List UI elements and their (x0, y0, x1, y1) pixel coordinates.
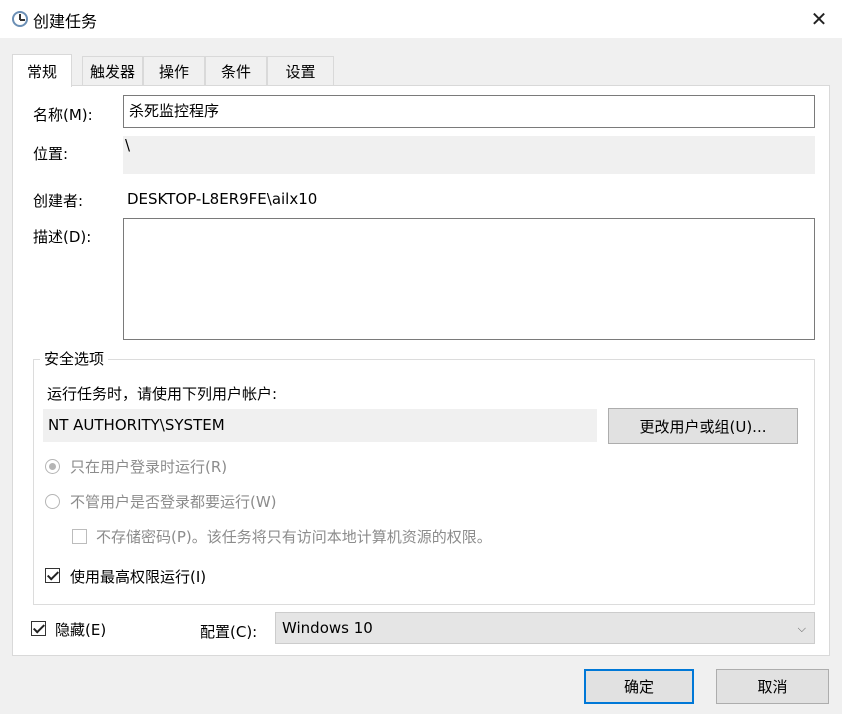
close-icon: ✕ (810, 7, 828, 31)
configure-label: 配置(C): (200, 623, 258, 641)
radio-run-logged-on-label: 只在用户登录时运行(R) (70, 458, 228, 476)
radio-run-logged-on[interactable] (45, 459, 60, 474)
name-label: 名称(M): (33, 106, 93, 124)
radio-run-whether-logged[interactable] (45, 494, 60, 509)
tab-settings[interactable]: 设置 (267, 56, 334, 86)
location-value: \ (125, 136, 131, 154)
description-input[interactable] (123, 218, 815, 340)
location-field: \ (123, 136, 815, 174)
security-options-title: 安全选项 (40, 348, 109, 369)
no-store-password-label: 不存储密码(P)。该任务将只有访问本地计算机资源的权限。 (96, 528, 492, 546)
no-store-password-checkbox[interactable] (72, 529, 87, 544)
tab-conditions[interactable]: 条件 (205, 56, 267, 86)
author-value: DESKTOP-L8ER9FE\ailx10 (127, 190, 318, 208)
hidden-checkbox[interactable] (31, 621, 46, 636)
chevron-down-icon: ⌵ (797, 622, 806, 635)
location-label: 位置: (33, 145, 69, 163)
window-title: 创建任务 (33, 12, 98, 31)
account-field: NT AUTHORITY\SYSTEM (43, 409, 597, 442)
clock-icon (12, 11, 28, 27)
description-label: 描述(D): (33, 228, 92, 246)
run-as-prompt: 运行任务时，请使用下列用户帐户: (47, 385, 278, 403)
tab-general[interactable]: 常规 (12, 54, 72, 87)
name-input[interactable]: 杀死监控程序 (123, 95, 815, 128)
highest-privileges-label: 使用最高权限运行(I) (70, 568, 207, 586)
general-panel: 名称(M): 杀死监控程序 位置: \ 创建者: DESKTOP-L8ER9FE… (12, 85, 830, 656)
cancel-button[interactable]: 取消 (716, 669, 829, 704)
author-label: 创建者: (33, 192, 84, 210)
configure-select[interactable]: Windows 10 ⌵ (275, 612, 815, 644)
configure-select-value: Windows 10 (282, 619, 373, 637)
close-button[interactable]: ✕ (796, 0, 842, 38)
tab-triggers[interactable]: 触发器 (82, 56, 143, 86)
title-bar: 创建任务 ✕ (0, 0, 842, 38)
tab-actions[interactable]: 操作 (143, 56, 205, 86)
highest-privileges-checkbox[interactable] (45, 568, 60, 583)
hidden-label: 隐藏(E) (55, 621, 107, 639)
radio-run-whether-logged-label: 不管用户是否登录都要运行(W) (70, 493, 277, 511)
ok-button[interactable]: 确定 (584, 669, 694, 704)
change-user-button[interactable]: 更改用户或组(U)... (608, 408, 798, 444)
